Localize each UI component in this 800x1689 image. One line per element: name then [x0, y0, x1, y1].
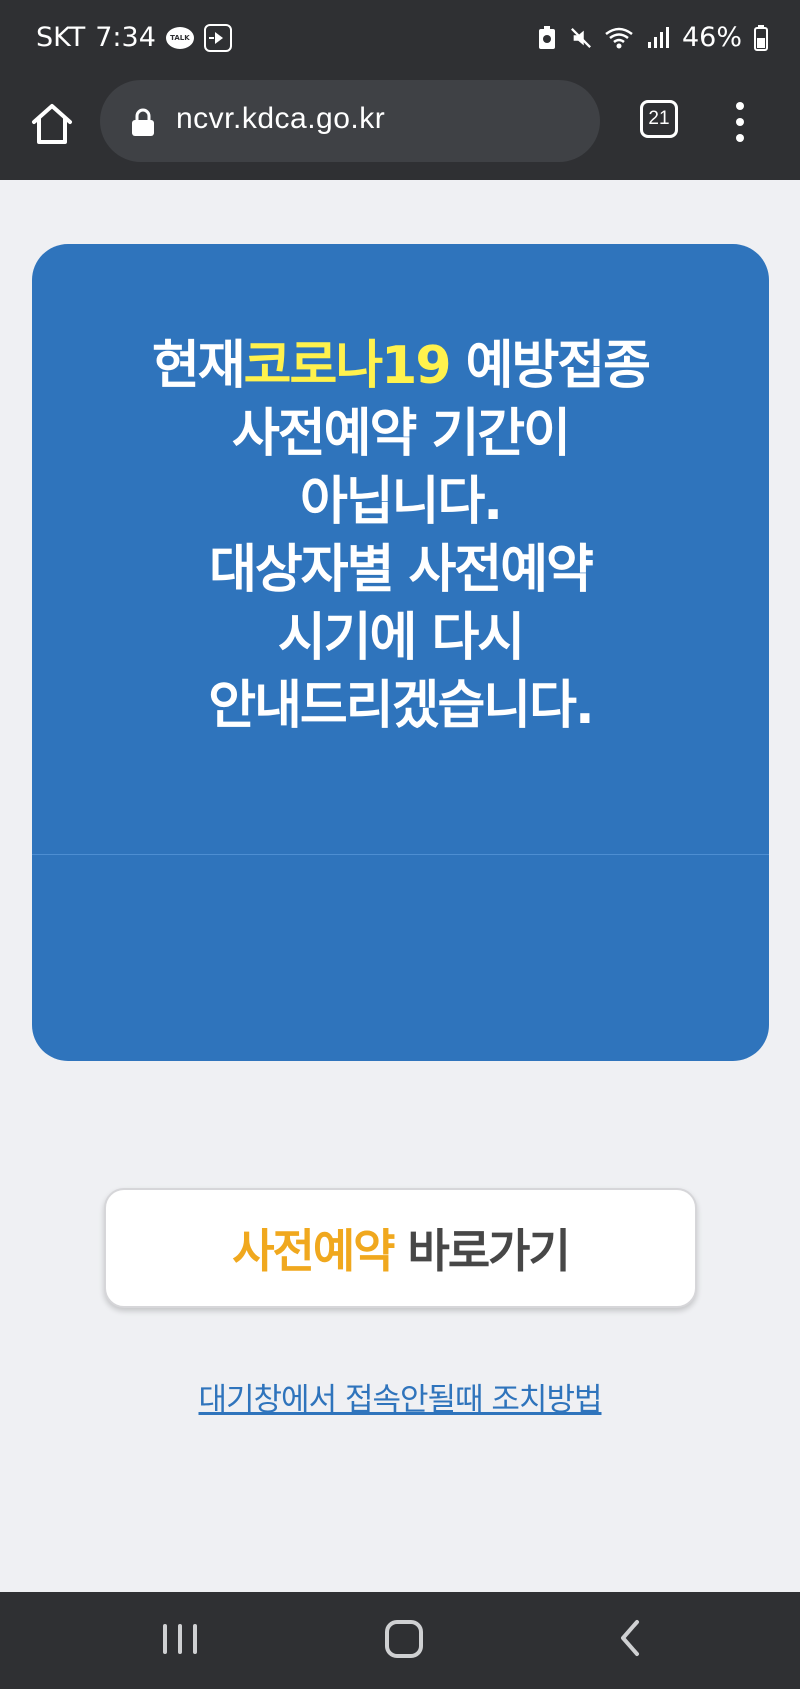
notice-message: 현재코로나19 예방접종 사전예약 기간이 아닙니다. 대상자별 사전예약 시기…: [32, 332, 769, 740]
media-notification-icon: [203, 23, 232, 52]
connection-help-link[interactable]: 대기창에서 접속안될때 조치방법: [0, 1374, 800, 1419]
menu-dot-icon: [736, 134, 744, 142]
notice-line-4: 대상자별 사전예약: [209, 540, 594, 600]
mute-icon: [571, 27, 591, 48]
recent-bar-icon: [193, 1624, 197, 1654]
carrier-label: SKT: [36, 22, 86, 53]
status-right: 46%: [536, 22, 768, 53]
notice-divider: [32, 854, 769, 855]
notice-line-3: 아닙니다.: [299, 472, 503, 532]
wifi-icon: [605, 27, 633, 48]
notice-card: 현재코로나19 예방접종 사전예약 기간이 아닙니다. 대상자별 사전예약 시기…: [32, 244, 769, 1061]
recent-apps-button[interactable]: [163, 1624, 197, 1654]
lock-icon: [132, 108, 154, 136]
battery-percent: 46%: [681, 22, 742, 53]
address-bar[interactable]: ncvr.kdca.go.kr: [100, 80, 600, 162]
signal-icon: [647, 26, 669, 48]
battery-saver-icon: [538, 25, 555, 49]
notice-line-1-rest: 예방접종: [449, 336, 651, 396]
clock: 7:34: [95, 22, 156, 53]
tab-switcher-button[interactable]: 21: [640, 100, 678, 138]
system-nav-bar: [0, 1592, 800, 1689]
home-button[interactable]: [28, 100, 76, 148]
reservation-button-accent: 사전예약: [232, 1224, 395, 1278]
reservation-shortcut-button[interactable]: 사전예약 바로가기: [104, 1188, 697, 1308]
notice-prefix: 현재: [151, 336, 246, 396]
notice-line-2: 사전예약 기간이: [232, 404, 571, 464]
more-menu-button[interactable]: [730, 102, 750, 142]
notice-highlight: 코로나19: [243, 336, 452, 396]
recent-bar-icon: [178, 1624, 182, 1654]
status-bar: SKT 7:34 TALK 46%: [0, 0, 800, 80]
browser-toolbar: ncvr.kdca.go.kr 21: [0, 80, 800, 180]
status-left: SKT 7:34 TALK: [36, 22, 232, 53]
battery-icon: [754, 24, 768, 51]
nav-home-button[interactable]: [385, 1620, 423, 1658]
menu-dot-icon: [736, 102, 744, 110]
menu-dot-icon: [736, 118, 744, 126]
notice-line-1: 현재코로나19 예방접종: [32, 332, 769, 400]
kakaotalk-icon: TALK: [165, 26, 194, 49]
reservation-button-label: 바로가기: [407, 1224, 571, 1278]
recent-bar-icon: [163, 1624, 167, 1654]
notice-line-6: 안내드리겠습니다.: [208, 676, 594, 736]
url-text[interactable]: ncvr.kdca.go.kr: [176, 102, 385, 136]
back-button[interactable]: [615, 1618, 645, 1658]
notice-line-5: 시기에 다시: [277, 608, 525, 668]
